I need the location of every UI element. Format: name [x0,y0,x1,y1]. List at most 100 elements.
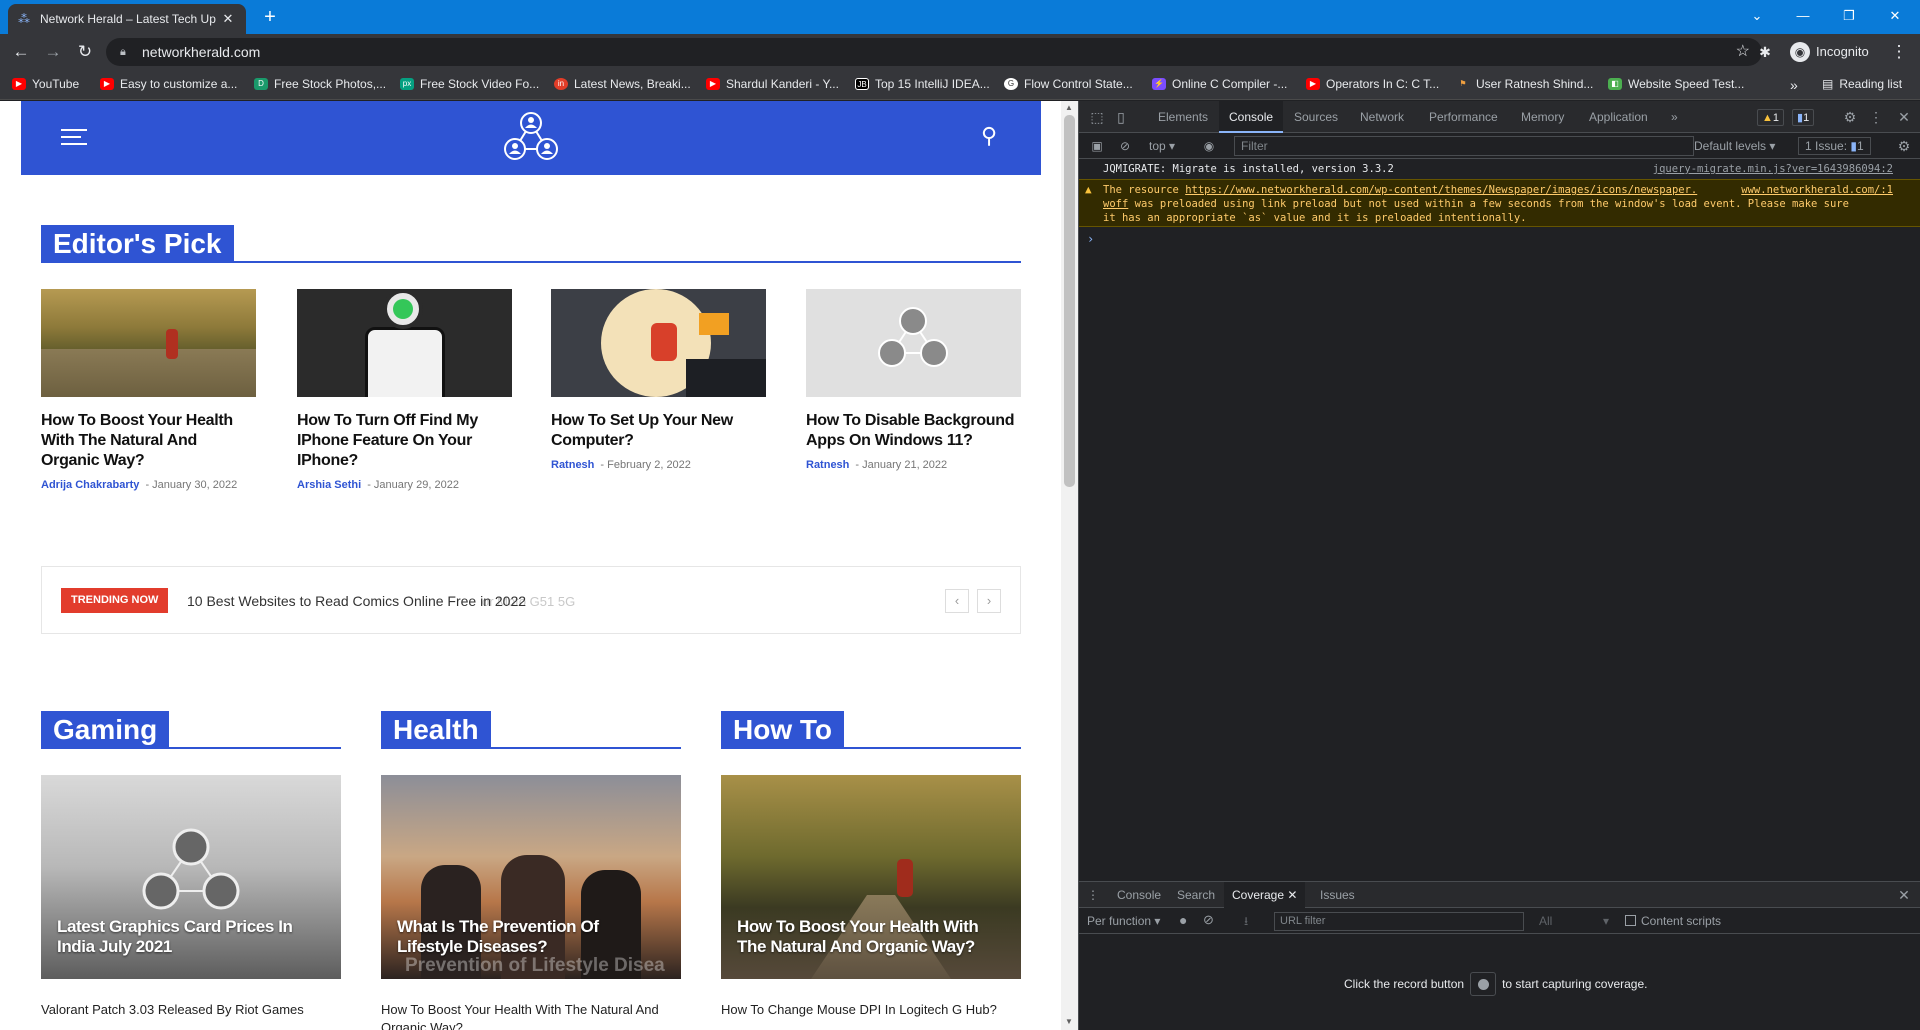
reload-icon[interactable]: ↻ [72,40,98,64]
console-settings-gear-icon[interactable]: ⚙ [1894,133,1914,159]
featured-caption[interactable]: What Is The Prevention Of Lifestyle Dise… [397,917,665,957]
bookmark-star-icon[interactable]: ☆ [1736,38,1750,66]
minimize-button[interactable]: — [1780,4,1826,28]
console-filter-input[interactable]: Filter [1234,136,1694,156]
section-title-how-to[interactable]: How To [721,711,845,749]
card-title-link[interactable]: How To Turn Off Find My IPhone Feature O… [297,411,512,471]
settings-gear-icon[interactable]: ⚙ [1840,101,1860,133]
section-title-health[interactable]: Health [381,711,491,749]
bookmark-item[interactable]: D Free Stock Photos,... [254,77,386,91]
drawer-tab-console[interactable]: Console [1109,882,1169,908]
context-selector[interactable]: top ▾ [1149,139,1175,153]
drawer-tab-issues[interactable]: Issues [1312,882,1363,908]
trending-prev-button[interactable]: ‹ [945,589,969,613]
close-drawer-icon[interactable]: ✕ [1894,882,1914,908]
post-link[interactable]: Valorant Patch 3.03 Released By Riot Gam… [41,1001,341,1019]
devtools-tab-elements[interactable]: Elements [1148,101,1218,133]
devtools-tab-performance[interactable]: Performance [1419,101,1508,133]
bookmark-item[interactable]: px Free Stock Video Fo... [400,77,539,91]
author-link[interactable]: Ratnesh [551,459,594,471]
trending-link[interactable]: 10 Best Websites to Read Comics Online F… [187,593,526,609]
lock-icon[interactable]: 🔒︎ [120,38,126,66]
bookmark-item[interactable]: ◧ Website Speed Test... [1608,77,1744,91]
page-scrollbar[interactable]: ▲ ▼ [1061,101,1078,1030]
drawer-menu-icon[interactable]: ⋮ [1083,882,1103,908]
card-image[interactable] [551,289,766,397]
extensions-icon[interactable]: ✱ [1752,40,1778,64]
bookmark-item[interactable]: ▶ Shardul Kanderi - Y... [706,77,839,91]
export-coverage-icon[interactable]: ⭳ [1244,912,1248,933]
content-scripts-checkbox[interactable]: Content scripts [1625,914,1721,928]
card-title-link[interactable]: How To Boost Your Health With The Natura… [41,411,256,471]
tab-search-icon[interactable]: ⌄ [1734,4,1780,28]
drawer-tab-search[interactable]: Search [1169,882,1223,908]
bookmark-item[interactable]: ⚡ Online C Compiler -... [1152,77,1287,91]
close-devtools-icon[interactable]: ✕ [1894,101,1914,133]
devtools-tab-console[interactable]: Console [1219,101,1284,133]
card-image[interactable] [41,289,256,397]
featured-caption[interactable]: How To Boost Your Health With The Natura… [737,917,1005,957]
drawer-tab-coverage[interactable]: Coverage ✕ [1224,882,1306,908]
warning-source-link[interactable]: www.networkherald.com/:1 [1741,183,1893,197]
forward-icon[interactable]: → [40,40,66,64]
coverage-type-dropdown[interactable]: Per function ▾ [1087,914,1160,928]
incognito-indicator[interactable]: ◉ Incognito [1790,39,1869,65]
devtools-tab-application[interactable]: Application [1579,101,1658,133]
bookmark-item[interactable]: ⚑ User Ratnesh Shind... [1456,77,1593,91]
content-type-dropdown[interactable]: All ▾ [1539,914,1609,928]
bookmark-item[interactable]: JB Top 15 IntelliJ IDEA... [855,77,990,91]
live-expression-eye-icon[interactable]: ◉ [1199,133,1219,159]
card-title-link[interactable]: How To Disable Background Apps On Window… [806,411,1021,451]
featured-caption[interactable]: Latest Graphics Card Prices In India Jul… [57,917,325,957]
devtools-menu-icon[interactable]: ⋮ [1866,101,1886,133]
resource-link[interactable]: https://www.networkherald.com/wp-content… [1185,184,1697,196]
devtools-more-tabs-button[interactable]: » [1661,101,1688,133]
bookmark-item[interactable]: G Flow Control State... [1004,77,1133,91]
devtools-tab-memory[interactable]: Memory [1511,101,1574,133]
bookmark-item[interactable]: ▶ Easy to customize a... [100,77,237,91]
card-title-link[interactable]: How To Set Up Your New Computer? [551,411,766,451]
scroll-down-arrow-icon[interactable]: ▼ [1065,1017,1073,1026]
log-levels-dropdown[interactable]: Default levels ▾ [1694,139,1775,153]
search-icon[interactable]: ⚲ [981,123,997,149]
post-link[interactable]: How To Change Mouse DPI In Logitech G Hu… [721,1001,1021,1019]
messages-badge[interactable]: ▮1 [1792,109,1815,126]
author-link[interactable]: Arshia Sethi [297,479,361,491]
featured-post-how-to[interactable]: How To Boost Your Health With The Natura… [721,775,1021,979]
warnings-badge[interactable]: ▲1 [1757,109,1785,126]
back-icon[interactable]: ← [8,40,34,64]
devtools-tab-sources[interactable]: Sources [1284,101,1348,133]
inspect-element-icon[interactable]: ⬚ [1087,101,1107,133]
reading-list-button[interactable]: ▤ Reading list [1822,77,1902,91]
device-toolbar-icon[interactable]: ▯ [1111,101,1131,133]
close-coverage-tab-icon[interactable]: ✕ [1287,888,1297,902]
console-prompt[interactable]: › [1079,232,1920,246]
featured-post-health[interactable]: Prevention of Lifestyle Disea What Is Th… [381,775,681,979]
record-coverage-icon[interactable]: ● [1179,912,1187,928]
card-image[interactable] [806,289,1021,397]
clear-coverage-icon[interactable]: ⊘ [1203,912,1214,928]
bookmark-item[interactable]: ▶ Operators In C: C T... [1306,77,1439,91]
tab-close-icon[interactable]: ✕ [220,11,236,27]
section-title-gaming[interactable]: Gaming [41,711,170,749]
log-source-link[interactable]: jquery-migrate.min.js?ver=1643986094:2 [1653,163,1893,175]
trending-next-button[interactable]: › [977,589,1001,613]
clear-console-icon[interactable]: ⊘ [1115,133,1135,159]
bookmarks-overflow-button[interactable]: » [1790,77,1798,93]
record-button[interactable] [1470,972,1497,996]
bookmark-item[interactable]: ▶ YouTube [12,77,79,91]
url-filter-input[interactable]: URL filter [1274,912,1524,931]
card-image[interactable] [297,289,512,397]
sidebar-toggle-icon[interactable]: ▣ [1087,133,1107,159]
scrollbar-thumb[interactable] [1064,115,1075,487]
new-tab-button[interactable]: + [258,6,282,29]
hamburger-menu-icon[interactable] [61,129,87,147]
browser-tab[interactable]: ⁂ Network Herald – Latest Tech Up ✕ [8,4,246,34]
post-link[interactable]: How To Boost Your Health With The Natura… [381,1001,671,1030]
featured-post-gaming[interactable]: Latest Graphics Card Prices In India Jul… [41,775,341,979]
address-bar[interactable]: 🔒︎ networkherald.com ☆ [106,38,1762,66]
close-window-button[interactable]: ✕ [1872,4,1918,28]
site-logo[interactable] [501,109,561,163]
scroll-up-arrow-icon[interactable]: ▲ [1065,103,1073,112]
issues-button[interactable]: 1 Issue: ▮1 [1798,137,1871,155]
